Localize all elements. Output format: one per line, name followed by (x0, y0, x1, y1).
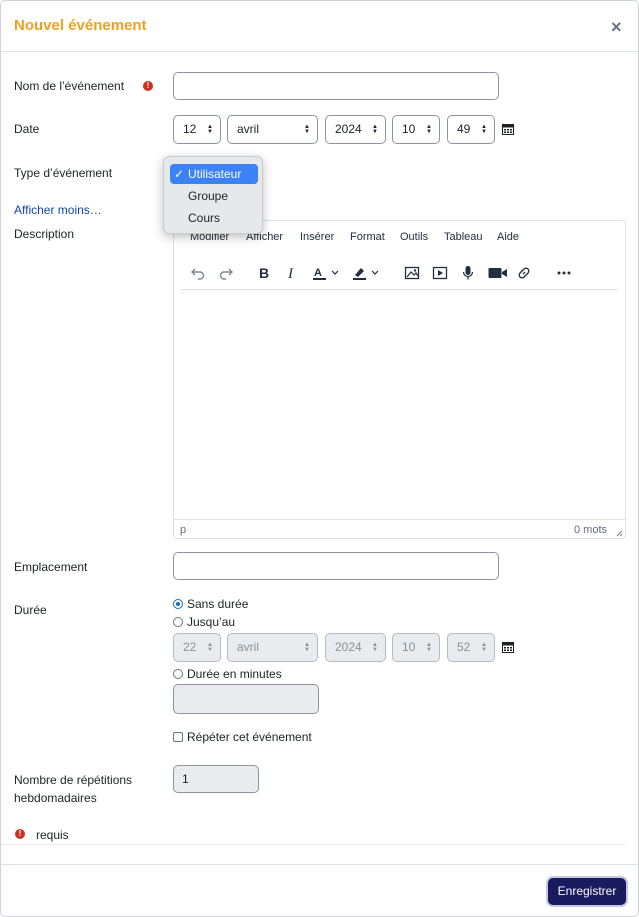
image-icon[interactable] (400, 261, 424, 285)
option-label: Utilisateur (188, 167, 242, 181)
repeat-label: Répéter cet événement (187, 730, 312, 744)
date-label: Date (14, 122, 40, 136)
select-arrows-icon: ▲ ▼ (207, 642, 213, 653)
date-year-select[interactable]: 2024 ▲ ▼ (325, 115, 386, 144)
required-note: requis (36, 828, 69, 842)
undo-icon[interactable] (186, 261, 210, 285)
duration-until-label: Jusqu’au (187, 615, 236, 629)
menu-outils[interactable]: Outils (400, 231, 428, 243)
duration-minutes-input[interactable] (173, 684, 319, 714)
event-name-input[interactable] (173, 72, 499, 100)
location-label: Emplacement (14, 560, 88, 574)
duration-minutes-label: Durée en minutes (187, 667, 282, 681)
date-hour-select[interactable]: 10 ▲ ▼ (392, 115, 440, 144)
bold-icon[interactable]: B (252, 261, 276, 285)
toolbar-divider (180, 289, 618, 290)
svg-text:B: B (259, 265, 269, 281)
select-arrows-icon: ▲ ▼ (304, 124, 310, 135)
until-hour-value: 10 (402, 640, 416, 654)
select-arrows-icon: ▲ ▼ (426, 642, 432, 653)
until-minute-select[interactable]: 52 ▲ ▼ (447, 633, 495, 662)
repeat-checkbox[interactable] (173, 732, 183, 742)
option-label: Groupe (188, 189, 229, 203)
svg-text:A: A (314, 267, 322, 279)
option-label: Cours (188, 211, 221, 225)
microphone-icon[interactable] (456, 261, 480, 285)
event-type-dropdown: ✓ Utilisateur Groupe Cours (163, 156, 263, 234)
footer-divider (1, 864, 638, 865)
date-hour-value: 10 (402, 122, 416, 136)
show-less-link[interactable]: Afficher moins… (14, 203, 102, 217)
until-hour-select[interactable]: 10 ▲ ▼ (392, 633, 440, 662)
select-arrows-icon: ▲ ▼ (372, 642, 378, 653)
menu-format[interactable]: Format (350, 231, 385, 243)
more-icon[interactable] (552, 261, 576, 285)
until-day-value: 22 (183, 640, 197, 654)
close-icon[interactable]: × (611, 18, 622, 36)
duration-label: Durée (14, 603, 47, 617)
weekly-repeats-input[interactable] (173, 765, 259, 793)
rich-text-editor: Modifier Afficher Insérer Format Outils … (173, 220, 626, 539)
calendar-icon[interactable] (502, 123, 514, 135)
select-arrows-icon: ▲ ▼ (372, 124, 378, 135)
description-label: Description (14, 227, 75, 241)
modal-header: Nouvel événement × (1, 1, 638, 52)
italic-icon[interactable]: I (280, 261, 304, 285)
svg-text:I: I (287, 266, 294, 281)
date-month-select[interactable]: avril ▲ ▼ (227, 115, 318, 144)
event-type-label: Type d’événement (14, 166, 113, 180)
link-icon[interactable] (512, 261, 536, 285)
location-input[interactable] (173, 552, 499, 580)
duration-none-radio[interactable] (173, 599, 183, 609)
until-minute-value: 52 (457, 640, 471, 654)
resize-handle-icon[interactable] (615, 529, 623, 537)
until-month-value: avril (237, 640, 260, 654)
date-month-value: avril (237, 122, 260, 136)
until-day-select[interactable]: 22 ▲ ▼ (173, 633, 221, 662)
new-event-modal: Nouvel événement × Nom de l’événement ! … (0, 0, 639, 917)
required-icon: ! (15, 829, 25, 839)
duration-none-label: Sans durée (187, 597, 249, 611)
until-year-value: 2024 (335, 640, 362, 654)
redo-icon[interactable] (214, 261, 238, 285)
divider (1, 844, 626, 845)
date-minute-value: 49 (457, 122, 471, 136)
event-type-option-cours[interactable]: Cours (170, 208, 258, 228)
duration-until-radio[interactable] (173, 617, 183, 627)
date-year-value: 2024 (335, 122, 362, 136)
until-year-select[interactable]: 2024 ▲ ▼ (325, 633, 386, 662)
save-button[interactable]: Enregistrer (548, 878, 626, 905)
duration-minutes-radio[interactable] (173, 669, 183, 679)
menu-tableau[interactable]: Tableau (444, 231, 483, 243)
menu-aide[interactable]: Aide (497, 231, 519, 243)
date-day-value: 12 (183, 122, 197, 136)
modal-title: Nouvel événement (14, 17, 147, 34)
event-name-label: Nom de l’événement (14, 79, 125, 93)
highlight-icon[interactable] (348, 261, 384, 285)
date-minute-select[interactable]: 49 ▲ ▼ (447, 115, 495, 144)
select-arrows-icon: ▲ ▼ (481, 124, 487, 135)
select-arrows-icon: ▲ ▼ (481, 642, 487, 653)
element-path[interactable]: p (180, 524, 186, 536)
event-type-option-groupe[interactable]: Groupe (170, 186, 258, 206)
event-type-option-utilisateur[interactable]: ✓ Utilisateur (170, 164, 258, 184)
select-arrows-icon: ▲ ▼ (304, 642, 310, 653)
weekly-repeats-label-line1: Nombre de répétitions (14, 773, 133, 787)
weekly-repeats-label-line2: hebdomadaires (14, 791, 97, 805)
video-camera-icon[interactable] (484, 261, 508, 285)
select-arrows-icon: ▲ ▼ (207, 124, 213, 135)
text-color-icon[interactable]: A (308, 261, 344, 285)
date-day-select[interactable]: 12 ▲ ▼ (173, 115, 221, 144)
editor-toolbar: B I A (180, 261, 620, 285)
media-icon[interactable] (428, 261, 452, 285)
calendar-icon[interactable] (502, 641, 514, 653)
editor-statusbar: p 0 mots (174, 519, 625, 539)
menu-inserer[interactable]: Insérer (300, 231, 334, 243)
required-icon: ! (143, 81, 153, 91)
checkmark-icon: ✓ (174, 167, 185, 181)
select-arrows-icon: ▲ ▼ (426, 124, 432, 135)
word-count: 0 mots (573, 524, 607, 536)
until-month-select[interactable]: avril ▲ ▼ (227, 633, 318, 662)
